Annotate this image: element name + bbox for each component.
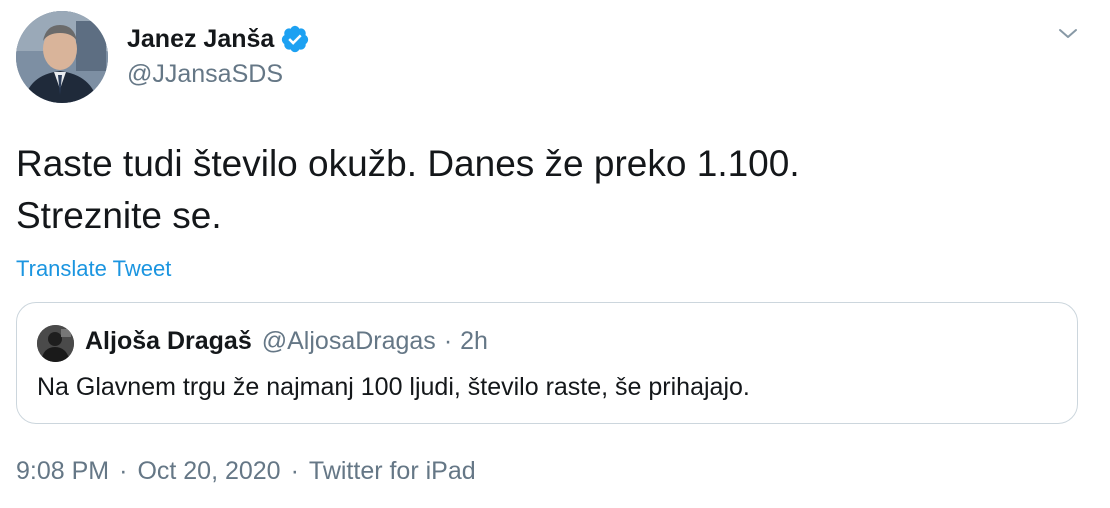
tweet-text-line-2: Streznite se.: [16, 195, 222, 236]
author-avatar[interactable]: [16, 11, 108, 103]
meta-separator: ·: [290, 457, 299, 485]
tweet-date[interactable]: Oct 20, 2020: [137, 457, 280, 486]
quoted-tweet[interactable]: Aljoša Dragaš @AljosaDragas · 2h Na Glav…: [16, 302, 1078, 424]
quoted-header: Aljoša Dragaš @AljosaDragas · 2h: [85, 327, 488, 356]
quoted-author-avatar[interactable]: [37, 325, 74, 362]
name-row: Janez Janša: [127, 22, 310, 56]
tweet-time[interactable]: 9:08 PM: [16, 457, 109, 486]
quoted-text: Na Glavnem trgu že najmanj 100 ljudi, št…: [37, 373, 750, 401]
tweet-card: Janez Janša @JJansaSDS Raste tudi števil…: [0, 0, 1110, 508]
quoted-separator: ·: [443, 327, 453, 355]
tweet-metadata: 9:08 PM · Oct 20, 2020 · Twitter for iPa…: [16, 457, 476, 486]
quoted-handle: @AljosaDragas: [261, 327, 436, 355]
chevron-down-icon[interactable]: [1056, 22, 1080, 46]
tweet-text-line-1: Raste tudi število okužb. Danes že preko…: [16, 143, 800, 184]
tweet-source[interactable]: Twitter for iPad: [309, 457, 476, 486]
translate-tweet-link[interactable]: Translate Tweet: [16, 256, 171, 282]
author-block: Janez Janša @JJansaSDS: [127, 22, 310, 89]
profile-photo-icon: [16, 11, 108, 103]
author-handle[interactable]: @JJansaSDS: [127, 60, 310, 89]
tweet-text: Raste tudi število okužb. Danes že preko…: [16, 138, 1076, 242]
quoted-timestamp: 2h: [460, 327, 488, 355]
meta-separator: ·: [119, 457, 128, 485]
quoted-display-name: Aljoša Dragaš: [85, 327, 252, 355]
quoted-profile-photo-icon: [37, 325, 74, 362]
author-display-name[interactable]: Janez Janša: [127, 25, 274, 54]
verified-badge-icon: [282, 25, 309, 53]
